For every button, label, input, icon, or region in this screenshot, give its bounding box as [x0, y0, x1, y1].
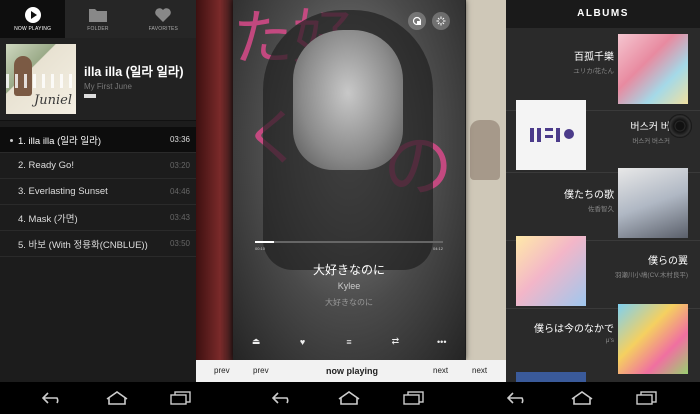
artist-photo — [293, 30, 403, 170]
track-row[interactable]: 4. Mask (가면) 03:43 — [0, 205, 196, 231]
track-row[interactable]: 3. Everlasting Sunset 04:46 — [0, 179, 196, 205]
album-list-item[interactable]: 僕らは今のなかで μ's — [506, 304, 700, 374]
back-icon[interactable] — [271, 391, 294, 410]
prev-button[interactable]: prev — [253, 366, 269, 375]
time-total: 04:12 — [432, 246, 443, 251]
playing-indicator-icon — [10, 139, 13, 143]
playlist-icon[interactable]: ≡ — [338, 337, 360, 347]
recent-apps-icon[interactable] — [403, 391, 425, 410]
folder-icon — [88, 7, 108, 24]
player-controls: ⏏ ♥ ≡ ⇄ ••• — [233, 336, 465, 347]
track-row[interactable]: 2. Ready Go! 03:20 — [0, 153, 196, 179]
track-list: 1. illa illa (일라 일라) 03:36 2. Ready Go! … — [0, 127, 196, 257]
equalizer-icon[interactable]: ⇄ — [384, 336, 406, 347]
player-panel: た好 の く 00:10 04:12 大好きなのに Kylee 大好きなのに ⏏… — [196, 0, 506, 382]
album-item-cover — [618, 304, 688, 374]
song-album: 大好きなのに — [325, 298, 373, 307]
album-artist: My First June — [84, 81, 133, 91]
album-item-artist: 버스커 버스커 — [632, 138, 670, 145]
cover-signature: Juniel — [34, 93, 72, 108]
heart-icon[interactable]: ♥ — [292, 337, 314, 347]
album-list-item[interactable]: 버스커 버 버스커 버스커 — [506, 100, 700, 170]
album-item-cover — [618, 168, 688, 238]
more-icon[interactable]: ••• — [431, 337, 453, 347]
song-title: 大好きなのに — [312, 263, 385, 277]
tab-bar: NOW PLAYING FOLDER FAVORITES — [0, 0, 196, 38]
album-item-artist: ユリカ/花たん — [573, 68, 614, 75]
time-elapsed: 00:10 — [255, 246, 266, 251]
next-button-right[interactable]: next — [472, 366, 487, 375]
play-circle-icon — [23, 7, 43, 24]
heart-icon — [153, 7, 173, 24]
albums-header: ALBUMS — [506, 0, 700, 28]
seek-bar[interactable] — [255, 241, 443, 243]
tab-folder[interactable]: FOLDER — [65, 0, 130, 38]
track-duration: 04:46 — [169, 187, 190, 196]
track-title: 5. 바보 (With 정용화(CNBLUE)) — [18, 239, 148, 251]
album-item-title: 버스커 버 — [630, 122, 670, 133]
album-item-artist: μ's — [605, 337, 614, 344]
track-title: 3. Everlasting Sunset — [18, 186, 108, 197]
album-item-cover — [618, 34, 688, 104]
album-item-cover — [516, 100, 586, 170]
album-cover: Juniel — [6, 44, 76, 114]
previous-album-card[interactable] — [196, 0, 236, 360]
eject-icon[interactable]: ⏏ — [245, 336, 267, 347]
home-icon[interactable] — [337, 391, 361, 410]
album-item-cover-partial — [516, 372, 586, 382]
track-row[interactable]: 5. 바보 (With 정용화(CNBLUE)) 03:50 — [0, 231, 196, 257]
album-list-item[interactable]: 百孤千樂 ユリカ/花たん — [506, 34, 700, 104]
album-item-title: 僕らは今のなかで — [534, 324, 614, 335]
album-item-artist: 佐香智久 — [588, 206, 614, 213]
track-row[interactable]: 1. illa illa (일라 일라) 03:36 — [0, 127, 196, 153]
next-album-card[interactable] — [466, 0, 506, 360]
tab-label: FAVORITES — [148, 25, 179, 32]
album-item-cover — [516, 236, 586, 306]
track-duration: 03:43 — [169, 213, 190, 222]
prev-button-left[interactable]: prev — [214, 366, 230, 375]
shuffle-icon[interactable] — [432, 12, 450, 30]
back-icon[interactable] — [41, 391, 64, 410]
seek-bar-fill — [255, 241, 274, 243]
system-nav-bar — [0, 382, 700, 414]
track-title: 1. illa illa (일라 일라) — [18, 135, 101, 147]
tab-label: FOLDER — [87, 25, 109, 32]
song-artist: Kylee — [337, 281, 361, 291]
album-list-item[interactable]: 僕たちの歌 佐香智久 — [506, 168, 700, 238]
track-duration: 03:50 — [169, 239, 190, 248]
track-duration: 03:20 — [169, 161, 190, 170]
track-duration: 03:36 — [169, 135, 190, 144]
tab-favorites[interactable]: FAVORITES — [131, 0, 196, 38]
tab-now-playing[interactable]: NOW PLAYING — [0, 0, 66, 38]
recent-apps-icon[interactable] — [636, 391, 658, 410]
album-item-title: 僕たちの歌 — [564, 190, 614, 201]
current-album-art[interactable]: た好 の く 00:10 04:12 大好きなのに Kylee 大好きなのに ⏏… — [233, 0, 465, 360]
albums-panel: ALBUMS 百孤千樂 ユリカ/花たん 버스커 버 버스커 버스커 僕たちの歌 … — [506, 0, 700, 382]
album-list-item[interactable]: 僕らの翼 羽瀬川小鳩(CV.木村良平) — [506, 236, 700, 306]
back-icon[interactable] — [506, 391, 529, 410]
album-header[interactable]: Juniel illa illa (일라 일라) My First June — [0, 38, 196, 121]
now-playing-panel: NOW PLAYING FOLDER FAVORITES Juniel illa… — [0, 0, 196, 382]
home-icon[interactable] — [570, 391, 594, 410]
next-button[interactable]: next — [433, 366, 448, 375]
now-playing-button[interactable]: now playing — [326, 366, 378, 376]
album-item-artist: 羽瀬川小鳩(CV.木村良平) — [614, 272, 688, 279]
track-title: 2. Ready Go! — [18, 160, 74, 171]
repeat-icon[interactable] — [408, 12, 426, 30]
time-readout: 00:10 04:12 — [255, 246, 443, 251]
player-bottom-bar: prev prev now playing next next — [196, 360, 506, 382]
album-badge — [84, 93, 96, 98]
tab-label: NOW PLAYING — [14, 25, 52, 32]
vinyl-icon — [668, 114, 692, 138]
album-item-title: 百孤千樂 — [574, 52, 614, 63]
recent-apps-icon[interactable] — [170, 391, 192, 410]
track-title: 4. Mask (가면) — [18, 213, 78, 225]
home-icon[interactable] — [105, 391, 129, 410]
album-item-title: 僕らの翼 — [648, 256, 688, 267]
album-title: illa illa (일라 일라) — [84, 64, 184, 79]
